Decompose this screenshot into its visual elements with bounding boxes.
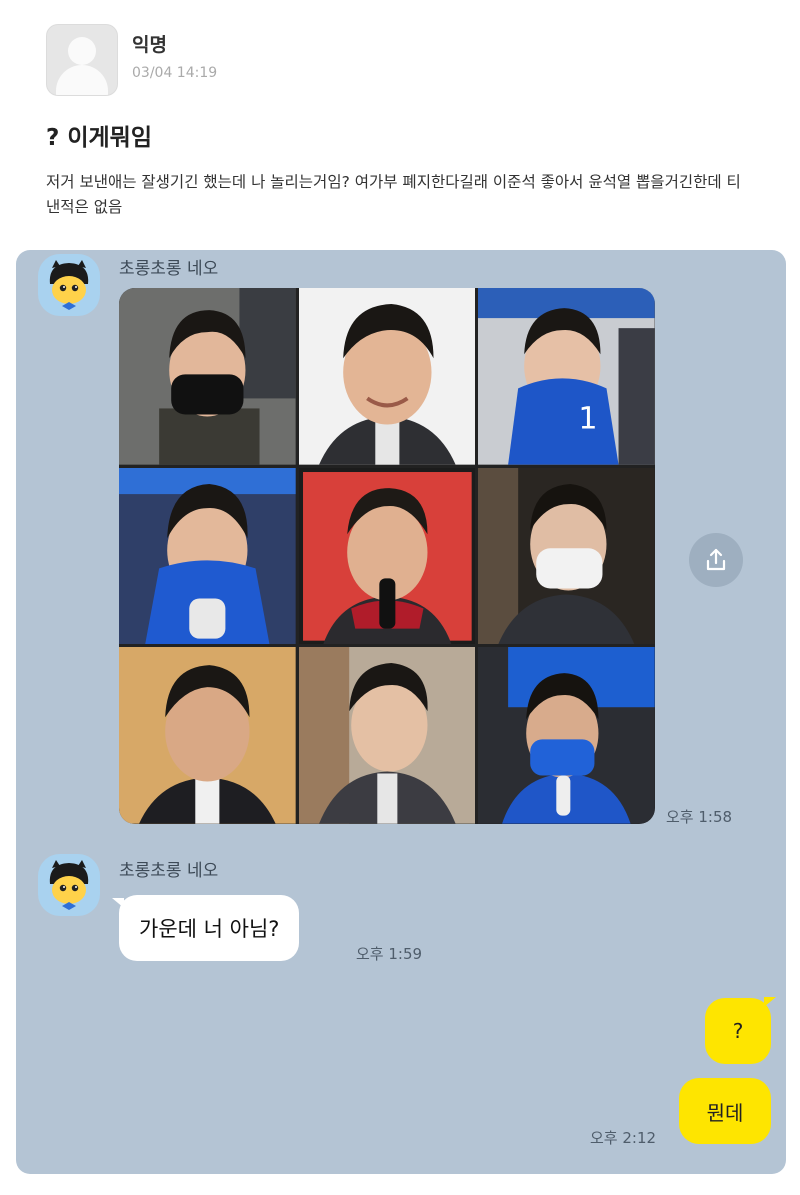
received-message-bubble[interactable]: 가운데 너 아님?	[119, 895, 300, 961]
photo[interactable]: 1	[478, 288, 655, 465]
anonymous-profile-icon	[46, 24, 118, 96]
sent-message-bubble[interactable]: 뭔데	[679, 1078, 771, 1144]
post-author: 익명	[132, 34, 167, 56]
photo[interactable]	[298, 647, 476, 824]
photo[interactable]	[478, 647, 655, 824]
message-time: 오후 1:58	[666, 808, 733, 826]
post-timestamp: 03/04 14:19	[132, 65, 218, 81]
post-header: 익명 03/04 14:19	[46, 24, 217, 96]
sender-name: 초롱초롱 네오	[119, 259, 219, 279]
message-time: 오후 1:59	[356, 945, 423, 963]
sent-message-bubble[interactable]: ?	[705, 998, 771, 1064]
bubble-tail	[764, 997, 776, 1007]
post-body: 저거 보낸애는 잘생기긴 했는데 나 놀리는거임? 여가부 폐지한다길래 이준석…	[46, 173, 741, 216]
svg-text:1: 1	[579, 402, 598, 437]
photo-message[interactable]: 1	[119, 288, 655, 824]
share-icon[interactable]	[689, 533, 743, 587]
photo[interactable]	[119, 647, 296, 824]
photo[interactable]	[298, 288, 476, 465]
photo[interactable]	[119, 288, 296, 465]
sender-avatar[interactable]	[38, 254, 100, 316]
sender-name: 초롱초롱 네오	[119, 861, 219, 881]
post-title: ? 이게뭐임	[46, 125, 152, 151]
chat-screenshot: 초롱초롱 네오 1 오후 1:58 초롱초롱 네오 가운데 너 아님? 오후 1…	[16, 250, 786, 1174]
photo[interactable]	[298, 467, 476, 645]
post-meta: 익명 03/04 14:19	[132, 30, 217, 81]
sender-avatar[interactable]	[38, 854, 100, 916]
photo[interactable]	[478, 467, 655, 645]
photo[interactable]	[119, 467, 296, 645]
message-time: 오후 2:12	[590, 1129, 657, 1147]
